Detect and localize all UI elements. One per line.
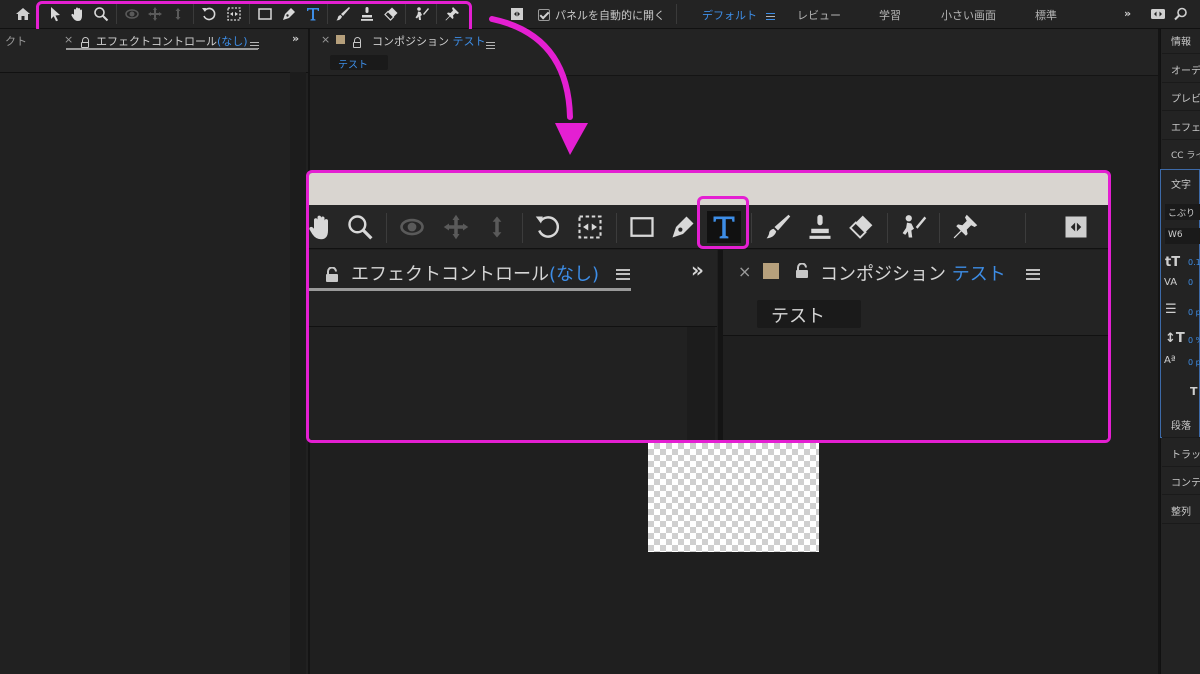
pen-tool-icon[interactable]	[666, 211, 700, 243]
callout-effects-title: エフェクトコントロール	[351, 264, 549, 285]
comp-label-color-icon	[336, 35, 345, 44]
workspace-learn[interactable]: 学習	[879, 7, 901, 23]
composition-title: コンポジション	[372, 35, 449, 48]
leading-icon: ☰	[1165, 302, 1177, 317]
callout-comp-lock-icon[interactable]	[795, 262, 809, 282]
rectangle-tool-icon[interactable]	[625, 211, 659, 243]
left-panel-overflow-icon[interactable]: »	[292, 32, 299, 45]
leading-value[interactable]: 0 p	[1188, 308, 1200, 317]
anchor-point-tool-icon[interactable]	[573, 211, 607, 243]
callout-composition-title: コンポジション	[820, 264, 946, 285]
clone-stamp-tool-icon[interactable]	[803, 211, 837, 243]
vertical-scale-value[interactable]: 0 %	[1188, 336, 1200, 345]
dolly-camera-icon[interactable]	[480, 211, 514, 243]
callout-comp-menu-icon[interactable]	[1026, 267, 1040, 280]
eraser-tool-icon[interactable]	[844, 211, 878, 243]
workspace-overflow-icon[interactable]: »	[1124, 7, 1131, 20]
search-icon[interactable]	[1170, 4, 1192, 24]
active-tab-underline	[66, 48, 258, 50]
baseline-shift-icon: Aª	[1164, 355, 1176, 366]
callout-effects-tab[interactable]: エフェクトコントロール(なし)	[351, 260, 599, 286]
panel-layout-icon[interactable]	[1059, 211, 1093, 243]
callout-active-underline	[309, 288, 631, 291]
tracking-value[interactable]: 0	[1188, 278, 1193, 287]
type-tool-highlight	[697, 196, 749, 249]
character-panel-title[interactable]: 文字	[1171, 176, 1191, 191]
workspace-small-screen[interactable]: 小さい画面	[941, 7, 996, 23]
info-panel-tab[interactable]: 情報	[1171, 33, 1191, 48]
callout-arrow-icon	[489, 16, 588, 155]
content-aware-panel-tab[interactable]: コンテ	[1171, 474, 1200, 489]
callout-effects-target: (なし)	[549, 264, 600, 285]
effects-control-panel: クト × エフェクトコントロール(なし) »	[0, 29, 308, 674]
effects-scrollbar[interactable]	[290, 72, 306, 674]
workspace-review[interactable]: レビュー	[797, 7, 841, 23]
effects-control-title: エフェクトコントロール	[96, 35, 217, 48]
callout-comp-close-icon[interactable]: ×	[738, 262, 751, 281]
font-style-field[interactable]: W6	[1165, 228, 1200, 244]
tracker-panel-tab[interactable]: トラッ	[1171, 446, 1200, 461]
callout-effects-scrollbar[interactable]	[687, 327, 715, 440]
brush-tool-icon[interactable]	[761, 211, 795, 243]
effects-presets-tab[interactable]: エフェ	[1171, 119, 1200, 134]
effects-control-tab[interactable]: エフェクトコントロール(なし)	[96, 33, 248, 49]
puppet-pin-tool-icon[interactable]	[948, 211, 982, 243]
callout-comp-color-icon	[763, 263, 779, 279]
comp-sub-tab[interactable]: テスト	[330, 55, 388, 71]
callout-composition-name: テスト	[951, 264, 1006, 285]
baseline-shift-value[interactable]: 0 p	[1188, 358, 1200, 367]
callout-comp-viewer	[723, 335, 1108, 440]
zoom-tool-icon[interactable]	[343, 211, 377, 243]
callout-overflow-icon[interactable]: »	[691, 258, 704, 282]
callout-comp-panel: × コンポジション テスト テスト	[723, 250, 1108, 440]
faux-bold-icon[interactable]: T	[1190, 385, 1198, 398]
effects-control-target: (なし)	[217, 35, 248, 48]
project-tab-partial[interactable]: クト	[5, 33, 27, 49]
pan-camera-icon[interactable]	[439, 211, 473, 243]
workspace-menu-icon[interactable]	[766, 9, 775, 22]
callout-effects-body	[309, 326, 717, 440]
preview-panel-tab[interactable]: プレビ	[1171, 90, 1200, 105]
hand-tool-icon[interactable]	[309, 211, 338, 243]
callout-composition-tab[interactable]: コンポジション テスト	[820, 260, 1006, 286]
callout-comp-sub-tab[interactable]: テスト	[757, 300, 861, 328]
effects-control-body	[0, 72, 308, 674]
callout-lock-icon[interactable]	[325, 266, 339, 286]
callout-effects-menu-icon[interactable]	[616, 267, 630, 280]
comp-sub-tab-label: テスト	[338, 60, 368, 71]
comp-tab-close-icon[interactable]: ×	[321, 33, 330, 46]
align-panel-tab[interactable]: 整列	[1171, 503, 1191, 518]
font-family-field[interactable]: こぶり	[1165, 204, 1200, 220]
audio-panel-tab[interactable]: オーデ	[1171, 62, 1200, 77]
transparent-canvas[interactable]	[648, 443, 819, 552]
roto-brush-tool-icon[interactable]	[897, 211, 931, 243]
workspace-default[interactable]: デフォルト	[702, 7, 757, 23]
cc-libraries-tab[interactable]: CC ライ	[1171, 148, 1200, 161]
comp-lock-icon[interactable]	[353, 37, 361, 51]
sync-settings-icon[interactable]	[1147, 4, 1169, 24]
tracking-icon: VA	[1164, 277, 1178, 288]
paragraph-panel-tab[interactable]: 段落	[1171, 417, 1191, 432]
orbit-camera-icon[interactable]	[395, 211, 429, 243]
callout-effects-panel: エフェクトコントロール(なし) »	[309, 250, 717, 440]
font-size-icon: tT	[1165, 255, 1181, 270]
workspace-standard[interactable]: 標準	[1035, 7, 1057, 23]
rotate-tool-icon[interactable]	[531, 211, 565, 243]
callout-comp-sub-tab-label: テスト	[771, 306, 825, 327]
font-size-value[interactable]: 0.1	[1188, 258, 1200, 267]
effects-tab-close-icon[interactable]: ×	[64, 33, 73, 46]
composition-tab[interactable]: コンポジション テスト	[372, 33, 486, 49]
vertical-scale-icon: ↕T	[1165, 331, 1185, 346]
home-icon[interactable]	[12, 4, 34, 24]
